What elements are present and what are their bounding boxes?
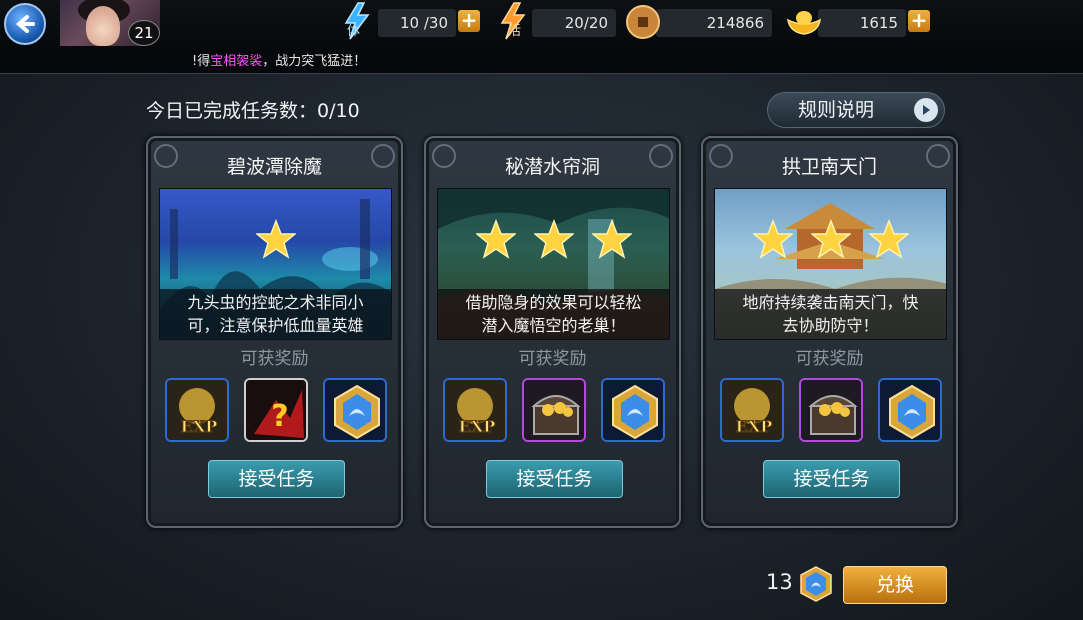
reward-label: 可获奖励: [518, 349, 587, 369]
svg-text:EXP: EXP: [736, 417, 773, 436]
difficulty-stars: [715, 219, 946, 259]
task-card-2: 秘潜水帘洞 借助隐身的效果可以轻松 潜入魔悟空的老巢！ 可获奖励 EXP 接受任…: [424, 136, 681, 528]
coins-value: 214866: [656, 9, 772, 37]
exp-icon: EXP: [722, 380, 782, 440]
stamina-value: 10 /30: [378, 9, 456, 37]
accept-task-button[interactable]: 接受任务: [208, 460, 345, 498]
vigor-label: 活: [508, 24, 522, 39]
task-count: 今日已完成任务数：0/10: [146, 100, 360, 122]
task-card-3: 拱卫南天门 地府持续袭击南天门，快 去协助防守！ 可获奖励 EXP 接受任务: [701, 136, 958, 528]
task-title: 秘潜水帘洞: [504, 156, 600, 178]
task-title: 碧波潭除魔: [226, 156, 322, 178]
exchange-button[interactable]: 兑换: [843, 566, 947, 604]
soul-stone-icon: [325, 380, 385, 440]
treasure-chest-icon: [524, 380, 584, 440]
back-button[interactable]: [4, 3, 46, 45]
accept-task-button[interactable]: 接受任务: [763, 460, 900, 498]
add-gold-button[interactable]: +: [908, 10, 930, 32]
task-title: 拱卫南天门: [781, 156, 877, 178]
soul-stone-reward[interactable]: [878, 378, 942, 442]
reward-list: EXP ?: [165, 378, 387, 442]
star-icon: [868, 219, 909, 259]
item-highlight: 宝相袈裟: [210, 54, 263, 69]
exp-reward[interactable]: EXP: [720, 378, 784, 442]
star-icon: [591, 219, 632, 259]
reward-list: EXP: [720, 378, 942, 442]
star-icon: [255, 219, 296, 259]
coin-icon: [626, 5, 660, 39]
svg-text:?: ?: [271, 399, 288, 434]
announcement-ticker: !得宝相袈裟，战力突飞猛进！: [0, 50, 1083, 74]
reward-label: 可获奖励: [795, 349, 864, 369]
svg-text:EXP: EXP: [459, 417, 496, 436]
task-description: 九头虫的控蛇之术非同小 可，注意保护低血量英雄: [160, 289, 391, 339]
difficulty-stars: [160, 219, 391, 259]
gem-count: 13: [766, 570, 793, 594]
exp-icon: EXP: [445, 380, 505, 440]
svg-text:EXP: EXP: [181, 417, 218, 436]
task-description: 借助隐身的效果可以轻松 潜入魔悟空的老巢！: [438, 289, 669, 339]
top-bar: 21 10 /30 体 + 20/20 活 214866 1615 +: [0, 0, 1083, 50]
task-scene[interactable]: 借助隐身的效果可以轻松 潜入魔悟空的老巢！: [437, 188, 670, 340]
task-scene[interactable]: 地府持续袭击南天门，快 去协助防守！: [714, 188, 947, 340]
treasure-chest-reward[interactable]: [799, 378, 863, 442]
treasure-chest-icon: [801, 380, 861, 440]
mystery-item-icon: ?: [246, 380, 306, 440]
gold-ingot-icon: [787, 11, 821, 35]
add-stamina-button[interactable]: +: [458, 10, 480, 32]
soul-stone-icon: [603, 380, 663, 440]
stamina-label: 体: [347, 24, 361, 39]
star-icon: [533, 219, 574, 259]
accept-task-button[interactable]: 接受任务: [486, 460, 623, 498]
exp-reward[interactable]: EXP: [165, 378, 229, 442]
vigor-value: 20/20: [532, 9, 616, 37]
exp-icon: EXP: [167, 380, 227, 440]
star-icon: [810, 219, 851, 259]
treasure-chest-reward[interactable]: [522, 378, 586, 442]
star-icon: [475, 219, 516, 259]
level-badge: 21: [128, 20, 160, 46]
task-card-1: 碧波潭除魔 九头虫的控蛇之术非同小 可，注意保护低血量英雄 可获奖励 EXP ?: [146, 136, 403, 528]
task-scene[interactable]: 九头虫的控蛇之术非同小 可，注意保护低血量英雄: [159, 188, 392, 340]
reward-list: EXP: [443, 378, 665, 442]
rules-button[interactable]: 规则说明: [767, 92, 945, 128]
arrow-left-icon: [15, 15, 35, 33]
soul-stone-reward[interactable]: [323, 378, 387, 442]
star-icon: [752, 219, 793, 259]
task-description: 地府持续袭击南天门，快 去协助防守！: [715, 289, 946, 339]
gold-value: 1615: [818, 9, 906, 37]
play-icon: [914, 98, 938, 122]
exp-reward[interactable]: EXP: [443, 378, 507, 442]
soul-stone-reward[interactable]: [601, 378, 665, 442]
reward-label: 可获奖励: [240, 349, 309, 369]
soul-stone-icon: [800, 566, 832, 602]
mystery-reward[interactable]: ?: [244, 378, 308, 442]
soul-stone-icon: [880, 380, 940, 440]
difficulty-stars: [438, 219, 669, 259]
